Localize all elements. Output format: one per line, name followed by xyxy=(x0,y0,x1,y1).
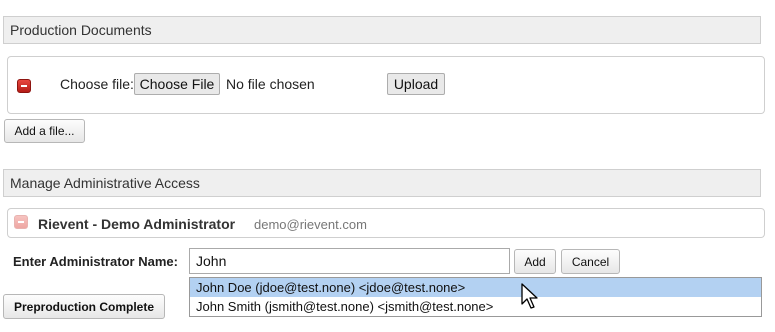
cancel-button[interactable]: Cancel xyxy=(561,249,620,274)
suggestion-item[interactable]: John Smith (jsmith@test.none) <jsmith@te… xyxy=(190,297,761,316)
admin-name: Rievent - Demo Administrator xyxy=(38,216,236,232)
remove-file-icon[interactable] xyxy=(17,79,31,93)
choose-file-button[interactable]: Choose File xyxy=(134,73,220,95)
admin-access-header: Manage Administrative Access xyxy=(3,169,761,197)
admin-email: demo@rievent.com xyxy=(254,217,367,232)
upload-button[interactable]: Upload xyxy=(387,73,445,95)
remove-admin-icon[interactable] xyxy=(14,215,28,229)
preproduction-complete-button[interactable]: Preproduction Complete xyxy=(3,294,165,319)
admin-name-input[interactable]: John xyxy=(189,248,510,274)
choose-file-label: Choose file: xyxy=(60,76,134,92)
production-documents-header: Production Documents xyxy=(3,16,761,44)
suggestion-item[interactable]: John Doe (jdoe@test.none) <jdoe@test.non… xyxy=(190,278,761,297)
production-documents-title: Production Documents xyxy=(10,22,152,38)
admin-access-title: Manage Administrative Access xyxy=(10,175,200,191)
enter-admin-name-label: Enter Administrator Name: xyxy=(13,254,178,269)
mouse-pointer-icon xyxy=(521,283,538,309)
existing-admin-row: Rievent - Demo Administrator demo@rieven… xyxy=(7,208,765,238)
file-upload-panel: Choose file: Choose File No file chosen … xyxy=(7,56,765,114)
add-admin-button[interactable]: Add xyxy=(514,249,556,274)
add-file-button[interactable]: Add a file... xyxy=(4,119,85,143)
no-file-chosen-text: No file chosen xyxy=(226,76,315,92)
admin-suggestions-dropdown: John Doe (jdoe@test.none) <jdoe@test.non… xyxy=(189,277,762,317)
